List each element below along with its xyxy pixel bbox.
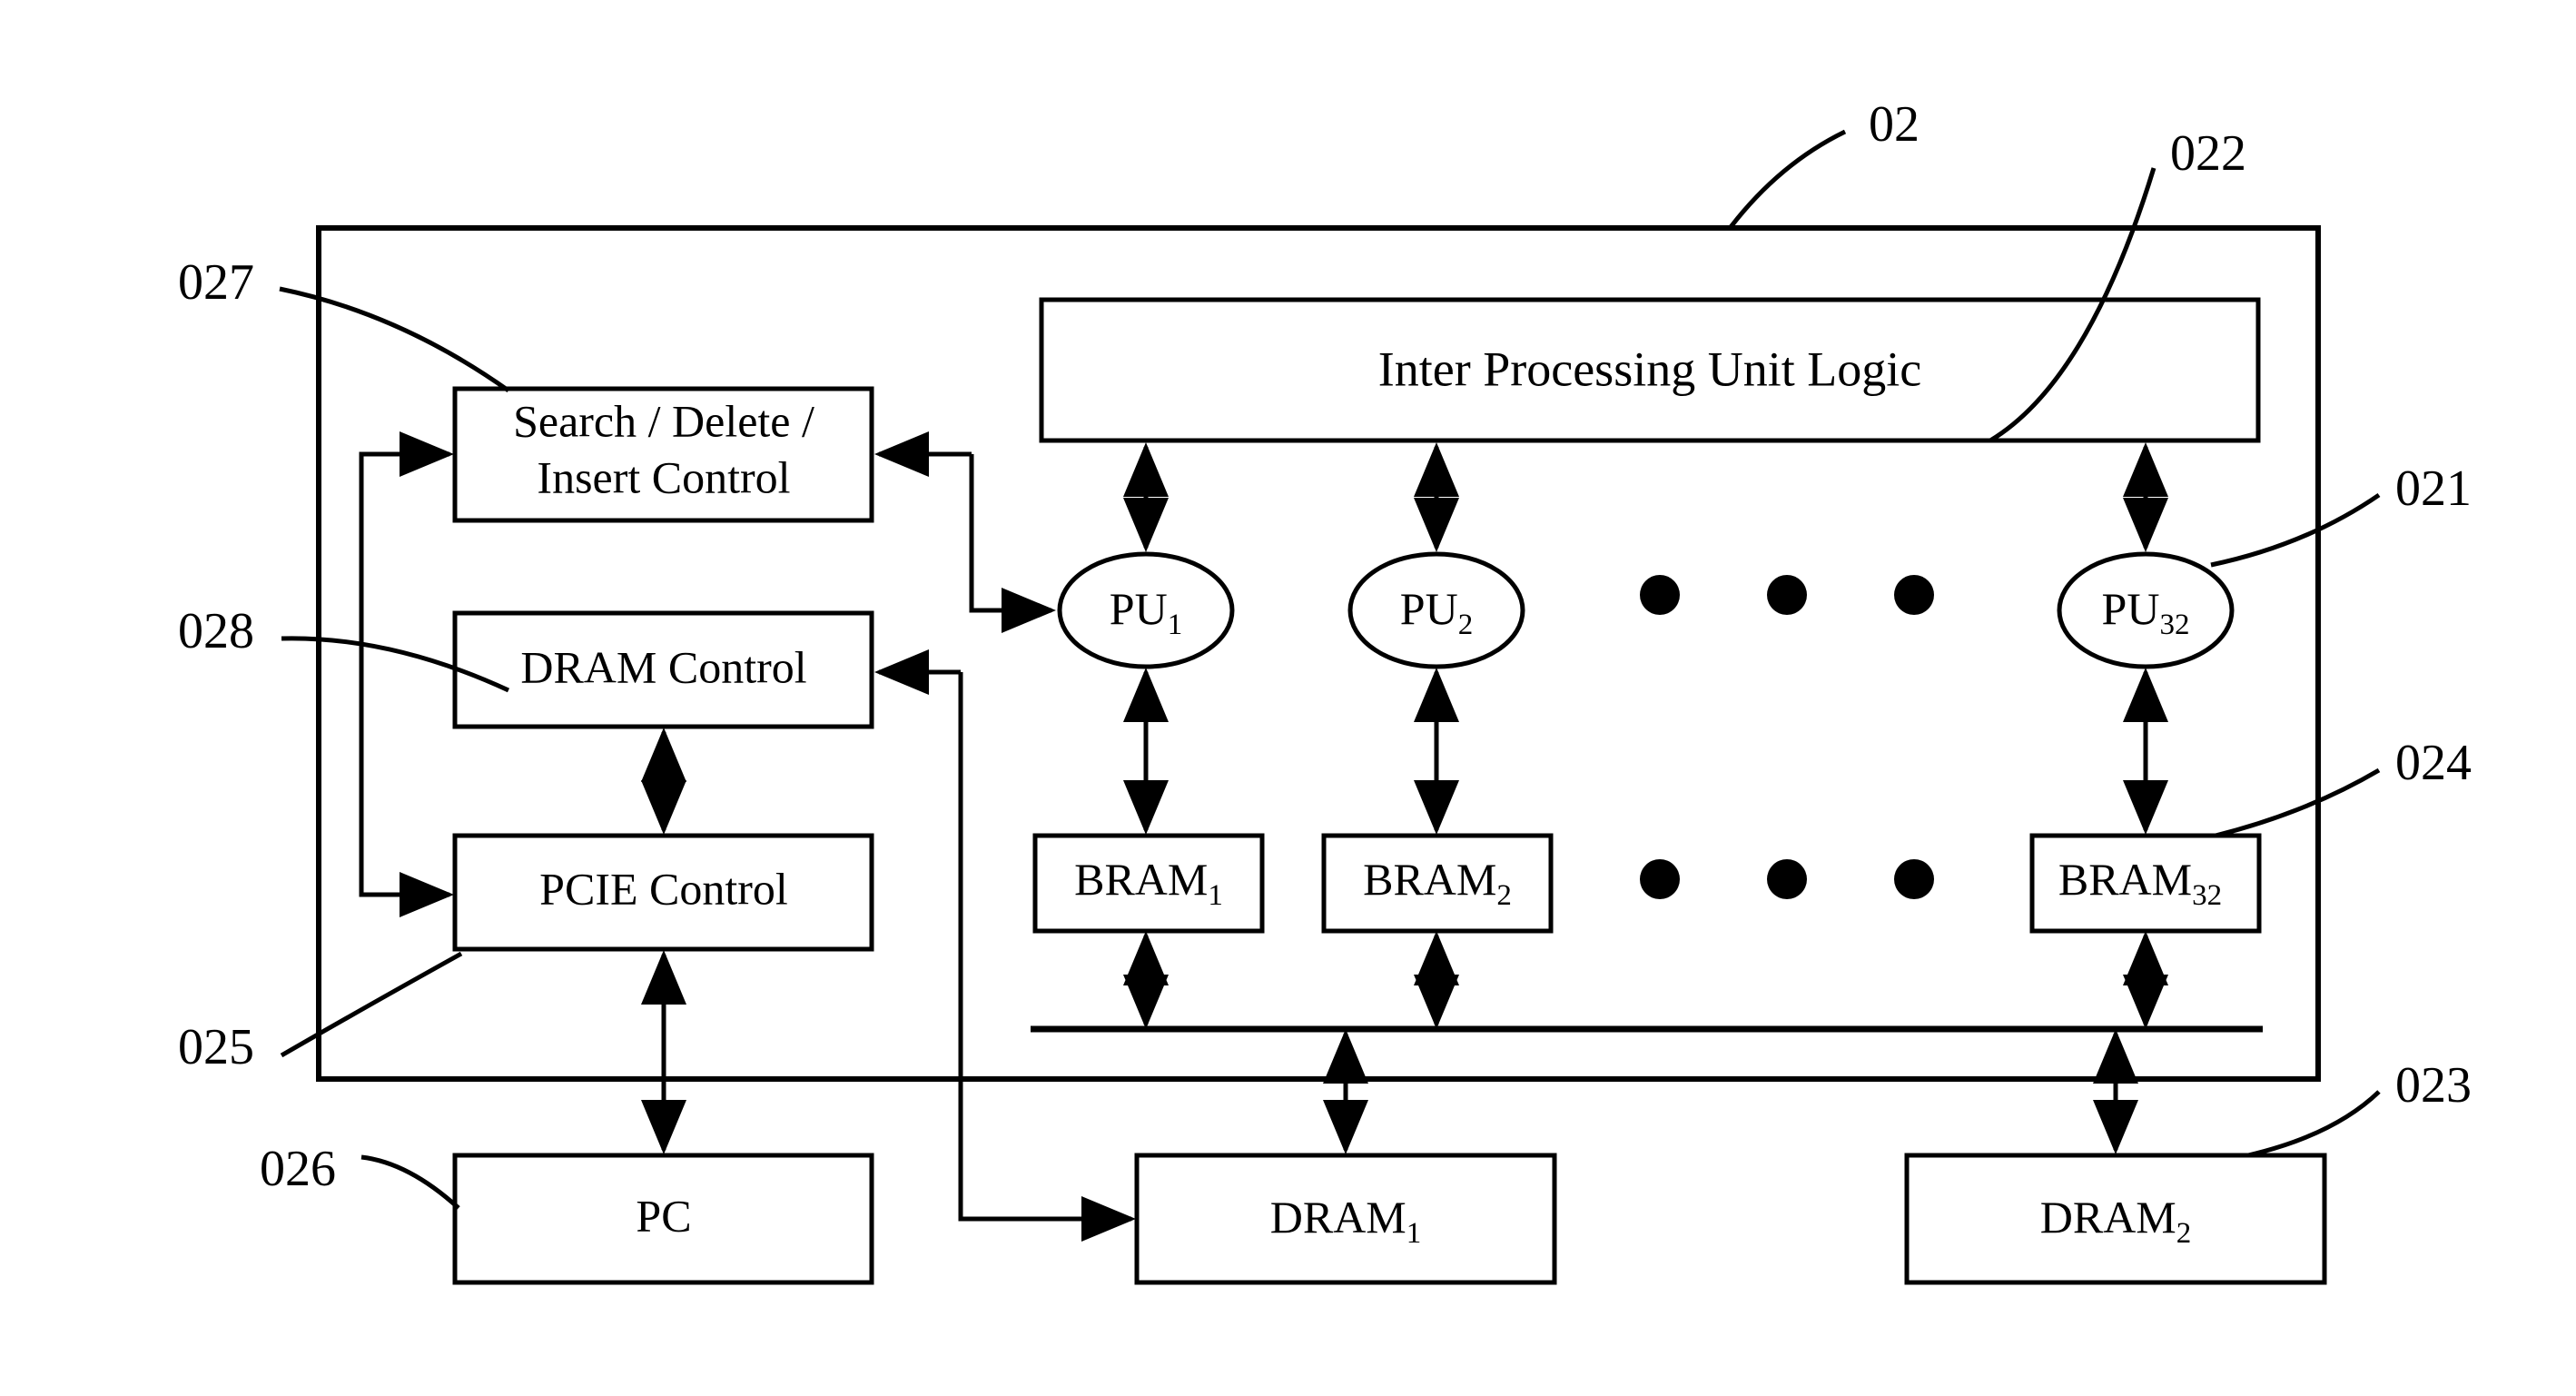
ref-numeral-024: 024 xyxy=(2395,735,2472,791)
bram-32-label-base: BRAM xyxy=(2058,854,2192,905)
bram-2-label-base: BRAM xyxy=(1363,854,1496,905)
pc-label: PC xyxy=(636,1190,691,1241)
bram-ellipsis-dot xyxy=(1640,859,1680,899)
ref-numeral-023: 023 xyxy=(2395,1057,2472,1114)
figure-canvas: Inter Processing Unit Logic Search / Del… xyxy=(0,0,2576,1396)
dram-2-label: DRAM2 xyxy=(2040,1192,2192,1249)
bram-2-label-sub: 2 xyxy=(1496,879,1512,912)
search-delete-insert-control-label-line2: Insert Control xyxy=(537,451,790,502)
pu-1-label-sub: 1 xyxy=(1168,609,1183,641)
dram-2-label-base: DRAM xyxy=(2040,1192,2176,1243)
pu-32-label-base: PU xyxy=(2102,583,2160,634)
pcie-control-label: PCIE Control xyxy=(539,863,788,914)
bram-1-label: BRAM1 xyxy=(1074,854,1223,911)
search-delete-insert-control-label-line1: Search / Delete / xyxy=(513,395,814,446)
bram-ellipsis-dot xyxy=(1894,859,1934,899)
dram-1-label-base: DRAM xyxy=(1270,1192,1406,1243)
bram-32-label-sub: 32 xyxy=(2192,879,2222,912)
pu-2-label-base: PU xyxy=(1400,583,1458,634)
pu-ellipsis-dot xyxy=(1767,575,1807,615)
leader-line-027 xyxy=(279,286,510,393)
ref-numeral-025: 025 xyxy=(178,1019,254,1075)
pu-32-label-sub: 32 xyxy=(2159,609,2189,641)
leader-line-021 xyxy=(2210,492,2381,568)
dram-2-label-sub: 2 xyxy=(2176,1217,2192,1250)
ref-numeral-021: 021 xyxy=(2395,460,2472,517)
leader-line-024 xyxy=(2215,767,2381,838)
dram-1-label: DRAM1 xyxy=(1270,1192,1422,1249)
block-diagram: Inter Processing Unit Logic Search / Del… xyxy=(178,96,2472,1285)
pu-ellipsis-dot xyxy=(1894,575,1934,615)
connector-search-control-to-pu1-segment xyxy=(969,454,1056,633)
bram-1-label-sub: 1 xyxy=(1208,879,1223,912)
connector-dram-control-to-dram1-segment xyxy=(958,672,1136,1242)
inter-processing-unit-logic-label: Inter Processing Unit Logic xyxy=(1378,342,1921,396)
ref-numeral-02: 02 xyxy=(1869,96,1920,153)
ref-numeral-022: 022 xyxy=(2170,125,2246,182)
leader-line-023 xyxy=(2247,1090,2381,1158)
connector-left-bus-spine xyxy=(359,451,449,897)
dram-1-label-sub: 1 xyxy=(1406,1217,1422,1250)
pu-2-label-sub: 2 xyxy=(1458,609,1474,641)
bram-2-label: BRAM2 xyxy=(1363,854,1512,911)
ref-numeral-027: 027 xyxy=(178,254,254,311)
leader-line-026 xyxy=(360,1154,460,1210)
bram-1-label-base: BRAM xyxy=(1074,854,1208,905)
dram-control-label: DRAM Control xyxy=(520,641,806,692)
leader-line-02 xyxy=(1729,129,1847,229)
leader-line-025 xyxy=(280,951,463,1058)
pu-1-label-base: PU xyxy=(1110,583,1168,634)
ref-numeral-028: 028 xyxy=(178,603,254,659)
bram-ellipsis-dot xyxy=(1767,859,1807,899)
pu-ellipsis-dot xyxy=(1640,575,1680,615)
ref-numeral-026: 026 xyxy=(260,1141,336,1197)
